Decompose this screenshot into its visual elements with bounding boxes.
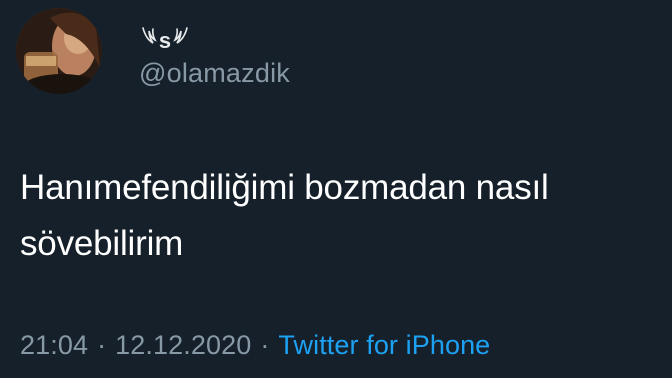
display-name-group: s xyxy=(140,23,190,55)
tweet-time[interactable]: 21:04 xyxy=(20,330,88,360)
tweet-metadata: 21:04 · 12.12.2020 · Twitter for iPhone xyxy=(20,330,490,361)
tweet-text-line: Hanımefendiliğimi bozmadan nasıl xyxy=(20,168,549,207)
tweet-date[interactable]: 12.12.2020 xyxy=(115,330,251,360)
separator: · xyxy=(97,330,107,360)
separator: · xyxy=(260,330,270,360)
avatar-photo xyxy=(16,8,102,94)
tweet-source-link[interactable]: Twitter for iPhone xyxy=(278,330,490,360)
tweet-text: Hanımefendiliğimi bozmadan nasıl sövebil… xyxy=(20,160,660,272)
display-name[interactable]: s xyxy=(140,22,190,56)
avatar[interactable] xyxy=(16,8,102,94)
display-name-letter: s xyxy=(159,28,171,53)
tweet-card: s @olamazdik Hanımefendiliğimi bozmadan … xyxy=(0,0,672,378)
username-handle[interactable]: @olamazdik xyxy=(139,58,290,89)
wing-icon: s xyxy=(142,27,188,53)
tweet-text-line: sövebilirim xyxy=(20,224,184,263)
